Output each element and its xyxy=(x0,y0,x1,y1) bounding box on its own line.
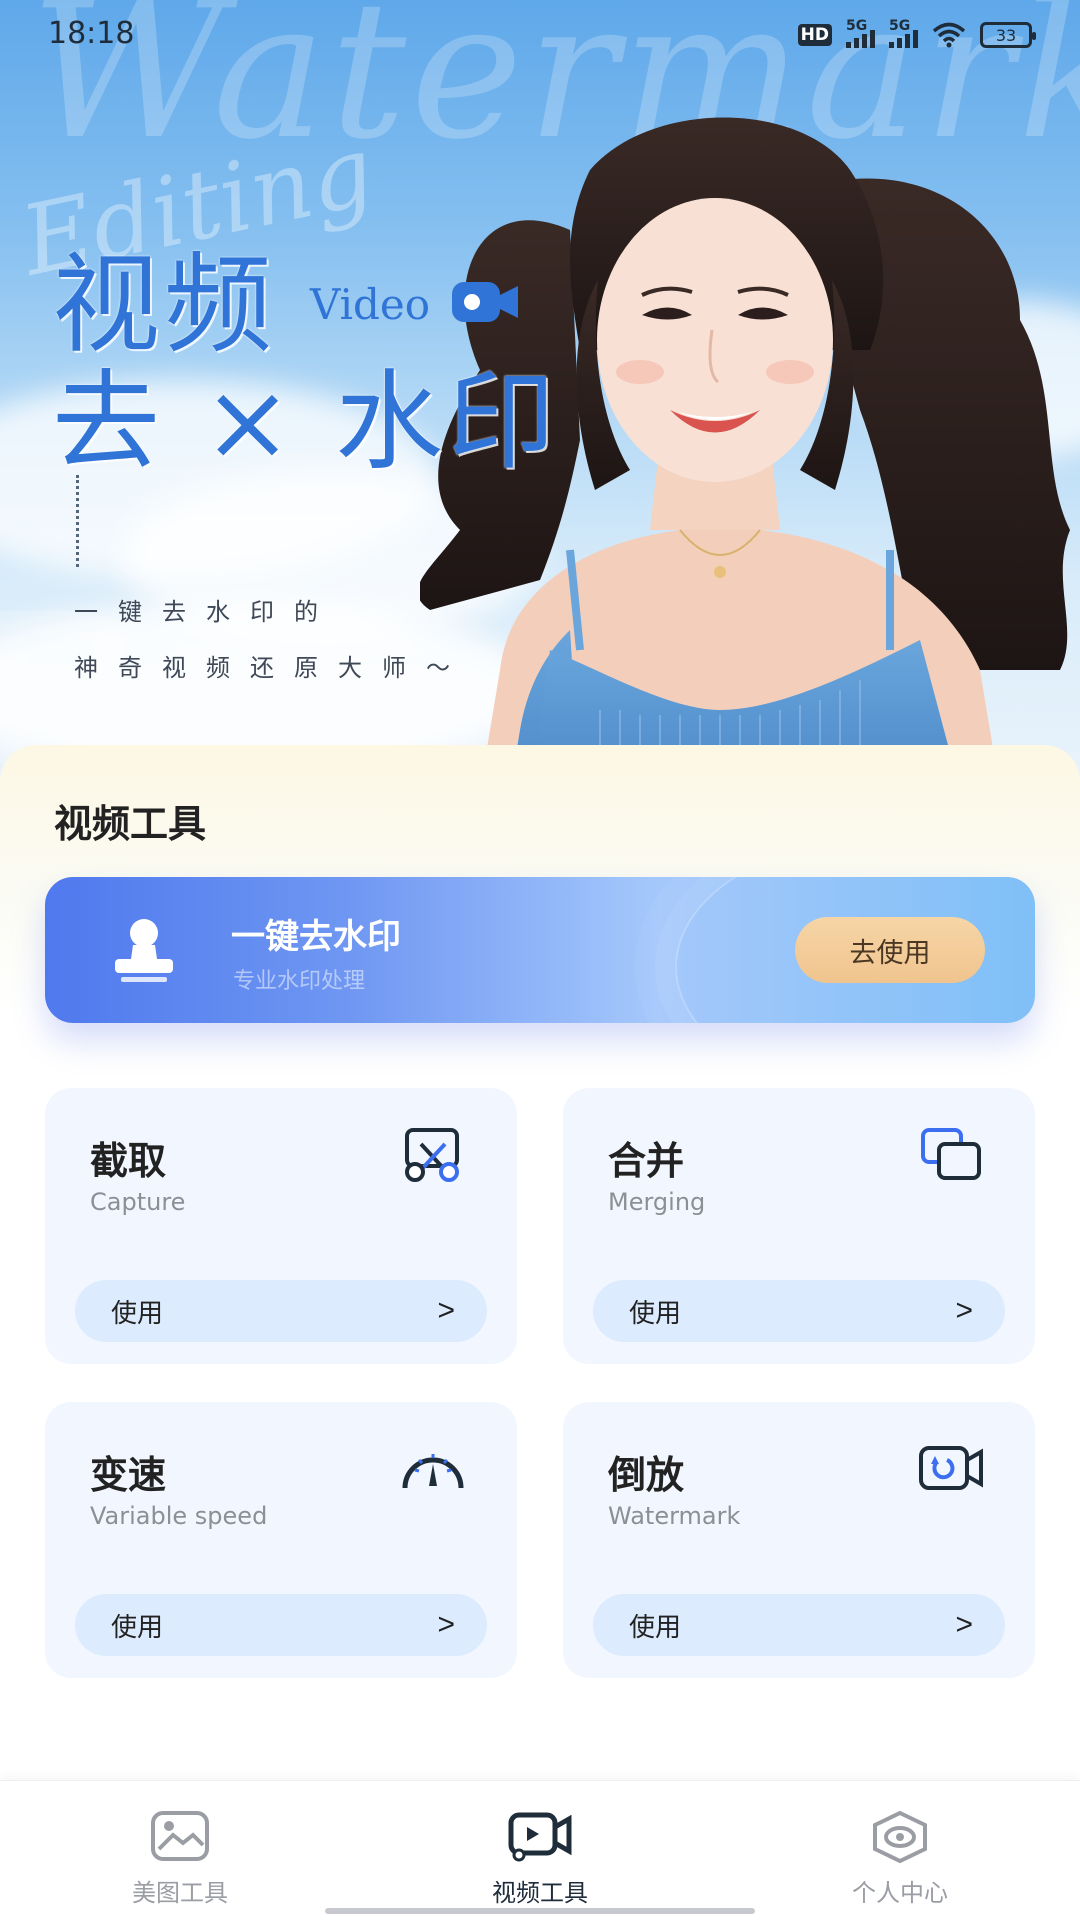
hero-title-video: Video xyxy=(310,280,431,329)
video-camera-icon xyxy=(452,282,518,322)
tool-subtitle: Watermark xyxy=(608,1502,741,1530)
bottom-navigation: 美图工具 视频工具 个人中心 xyxy=(0,1780,1080,1920)
tool-use-button[interactable]: 使用 > xyxy=(75,1280,487,1342)
hero-title-line2: 去 × 水印 xyxy=(52,360,560,485)
hd-icon: HD xyxy=(797,24,832,46)
tool-card-variable-speed[interactable]: 变速 Variable speed 使用 > xyxy=(45,1402,517,1678)
tool-use-button[interactable]: 使用 > xyxy=(593,1280,1005,1342)
hero-dotted-divider xyxy=(76,475,79,567)
status-time: 18:18 xyxy=(48,16,135,51)
feature-subtitle: 专业水印处理 xyxy=(233,969,366,994)
merge-icon xyxy=(921,1128,981,1180)
tool-subtitle: Merging xyxy=(608,1188,706,1216)
speedometer-icon xyxy=(402,1454,464,1489)
home-indicator xyxy=(325,1908,755,1914)
stamp-icon xyxy=(115,919,173,982)
chevron-right-icon: > xyxy=(955,1294,973,1327)
reverse-video-icon xyxy=(919,1446,983,1490)
tool-title: 合并 xyxy=(608,1139,685,1183)
nav-item-image-tools[interactable]: 美图工具 xyxy=(70,1809,290,1909)
remove-watermark-card[interactable]: 一键去水印 专业水印处理 去使用 xyxy=(45,877,1035,1023)
section-title: 视频工具 xyxy=(54,802,207,846)
tool-subtitle: Capture xyxy=(90,1188,186,1216)
status-bar: 18:18 HD 5G 5G 33 xyxy=(0,0,1080,70)
wifi-icon xyxy=(932,22,966,48)
image-icon xyxy=(151,1811,209,1861)
tool-title: 变速 xyxy=(90,1453,167,1497)
nav-item-video-tools[interactable]: 视频工具 xyxy=(430,1809,650,1909)
tool-card-reverse[interactable]: 倒放 Watermark 使用 > xyxy=(563,1402,1035,1678)
tool-title: 倒放 xyxy=(608,1453,685,1497)
scissors-icon xyxy=(405,1128,459,1182)
hero-subtitle-line1: 一键去水印的 xyxy=(74,598,338,626)
tool-card-merging[interactable]: 合并 Merging 使用 > xyxy=(563,1088,1035,1364)
tools-panel: 视频工具 一键去水印 专业水印处理 去使用 截取 Capture 使用 > 合并 xyxy=(0,745,1080,1780)
feature-title: 一键去水印 xyxy=(231,917,401,957)
tool-use-button[interactable]: 使用 > xyxy=(593,1594,1005,1656)
signal-sim1-icon: 5G xyxy=(846,18,875,48)
chevron-right-icon: > xyxy=(437,1608,455,1641)
nav-item-personal-center[interactable]: 个人中心 xyxy=(790,1809,1010,1909)
chevron-right-icon: > xyxy=(955,1608,973,1641)
tool-subtitle: Variable speed xyxy=(90,1502,268,1530)
chevron-right-icon: > xyxy=(437,1294,455,1327)
tool-title: 截取 xyxy=(90,1139,167,1183)
eye-icon xyxy=(873,1810,927,1864)
feature-use-button[interactable]: 去使用 xyxy=(795,917,985,983)
tool-use-button[interactable]: 使用 > xyxy=(75,1594,487,1656)
hero-subtitle-line2: 神奇视频还原大师～ xyxy=(74,654,470,682)
tool-card-capture[interactable]: 截取 Capture 使用 > xyxy=(45,1088,517,1364)
signal-sim2-icon: 5G xyxy=(889,18,918,48)
hero-banner: Watermark Editing Rel 视频 Video 去 × 水印 一键… xyxy=(0,0,1080,780)
video-icon xyxy=(508,1812,572,1862)
battery-icon: 33 xyxy=(980,22,1036,48)
